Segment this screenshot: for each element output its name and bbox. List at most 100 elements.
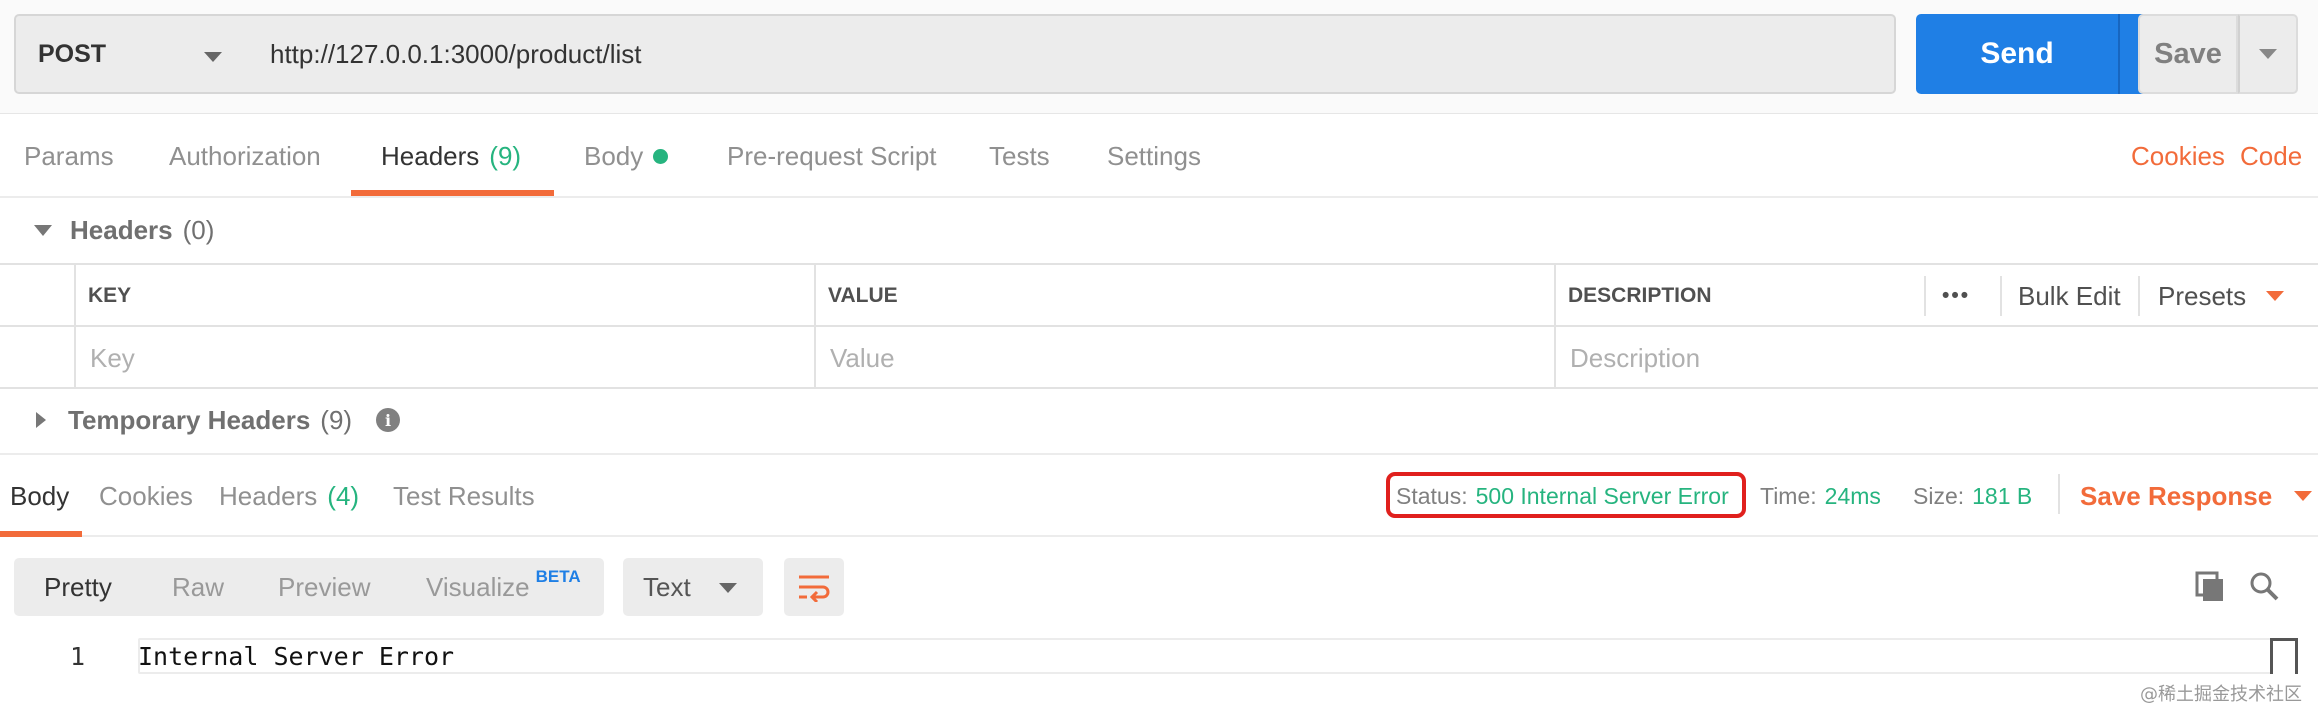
save-button[interactable]: Save [2138,14,2238,94]
format-label: Raw [172,571,225,602]
tab-label: Headers [381,140,480,171]
status-value: 500 Internal Server Error [1475,482,1729,509]
tab-tests[interactable]: Tests [989,114,1050,198]
response-body-editor[interactable] [138,638,2298,674]
chevron-down-icon [2294,491,2313,501]
presets-button[interactable]: Presets [2146,265,2285,327]
size-label: Size: [1913,482,1965,509]
response-type-select[interactable]: Text [623,558,763,616]
temporary-headers-toggle[interactable]: Temporary Headers (9) i [36,398,401,442]
section-title: Temporary Headers [68,404,311,435]
response-tab-cookies[interactable]: Cookies [99,455,193,537]
scrollbar[interactable] [2270,638,2298,674]
tab-label: Test Results [393,480,535,511]
active-tab-indicator [351,190,554,196]
search-icon[interactable] [2244,566,2284,606]
divider [2138,276,2140,316]
column-description: DESCRIPTION [1568,284,1712,307]
info-icon[interactable]: i [376,408,401,432]
method-select[interactable]: POST [14,14,248,94]
format-pretty[interactable]: Pretty [44,558,112,616]
status-label: Status: [1396,482,1468,509]
format-preview[interactable]: Preview [278,558,370,616]
body-indicator-dot [653,148,669,164]
code-line: Internal Server Error [138,641,455,671]
response-tab-body[interactable]: Body [10,455,69,537]
table-header-row: KEY VALUE DESCRIPTION ••• Bulk Edit Pres… [0,265,2318,327]
more-options-icon[interactable]: ••• [1930,265,1970,327]
tab-label: Body [584,140,644,171]
section-count: (9) [320,404,353,435]
presets-label: Presets [2158,280,2247,311]
beta-badge: BETA [535,567,581,586]
headers-section-toggle[interactable]: Headers (0) [34,208,214,252]
format-toggle-group: Pretty Raw Preview Visualize BETA [14,558,604,616]
tab-authorization[interactable]: Authorization [169,114,321,198]
tab-pre-request-script[interactable]: Pre-request Script [727,114,937,198]
value-input[interactable]: Value [818,327,1552,389]
tab-label: Pre-request Script [727,140,937,171]
active-tab-indicator [0,531,82,537]
divider [1924,276,1926,316]
copy-icon[interactable] [2190,566,2230,606]
cookies-link[interactable]: Cookies [2131,114,2225,198]
tab-count: (9) [489,140,522,171]
tab-body[interactable]: Body [584,114,669,198]
tab-params[interactable]: Params [24,114,114,198]
send-button[interactable]: Send [1916,14,2118,94]
format-label: Pretty [44,571,112,602]
response-tab-headers[interactable]: Headers (4) [219,455,359,537]
request-tabs: Params Authorization Headers (9) Body Pr… [0,114,2318,198]
section-count: (0) [182,214,215,245]
save-label: Save [2154,37,2222,70]
watermark: @稀土掘金技术社区 [2140,684,2302,705]
format-label: Visualize [426,571,530,602]
url-input[interactable]: http://127.0.0.1:3000/product/list [246,14,1896,94]
line-number: 1 [70,641,86,671]
chevron-down-icon [2259,49,2277,59]
tab-label: Settings [1107,140,1201,171]
save-response-button[interactable]: Save Response [2080,455,2313,537]
response-time[interactable]: Time: 24ms [1760,455,1881,537]
code-link[interactable]: Code [2240,114,2302,198]
tab-label: Params [24,140,114,171]
cookies-label: Cookies [2131,140,2225,171]
format-visualize[interactable]: Visualize BETA [426,558,581,616]
time-value: 24ms [1824,482,1881,509]
chevron-down-icon [204,52,222,62]
response-tab-test-results[interactable]: Test Results [393,455,535,537]
section-title: Headers [70,214,173,245]
send-label: Send [1980,37,2054,70]
wrap-lines-button[interactable] [784,558,844,616]
caret-down-icon [34,224,52,236]
method-label: POST [38,39,107,68]
tab-label: Cookies [99,480,193,511]
response-size[interactable]: Size: 181 B [1913,455,2032,537]
caret-right-icon [36,412,46,428]
tab-headers[interactable]: Headers (9) [381,114,521,198]
tab-label: Body [10,480,70,511]
bulk-edit-button[interactable]: Bulk Edit [2006,265,2121,327]
column-value: VALUE [828,284,898,307]
chevron-down-icon [2266,291,2285,301]
column-key: KEY [88,284,132,307]
key-input[interactable]: Key [78,327,812,389]
description-input[interactable]: Description [1558,327,2298,389]
tab-label: Headers [219,480,318,511]
tab-count: (4) [327,480,360,511]
format-raw[interactable]: Raw [172,558,224,616]
wrap-lines-icon [799,575,830,602]
time-label: Time: [1760,482,1817,509]
response-status: Status: 500 Internal Server Error [1396,455,1729,537]
url-text: http://127.0.0.1:3000/product/list [270,38,642,69]
tab-settings[interactable]: Settings [1107,114,1201,198]
save-options-button[interactable] [2238,14,2298,94]
headers-table: KEY VALUE DESCRIPTION ••• Bulk Edit Pres… [0,263,2318,389]
format-label: Preview [278,571,371,602]
size-value: 181 B [1972,482,2033,509]
table-row: Key Value Description [0,327,2318,389]
request-url-bar: POST http://127.0.0.1:3000/product/list … [0,0,2318,114]
tab-label: Tests [989,140,1050,171]
chevron-down-icon [719,583,737,593]
divider [2058,474,2060,514]
